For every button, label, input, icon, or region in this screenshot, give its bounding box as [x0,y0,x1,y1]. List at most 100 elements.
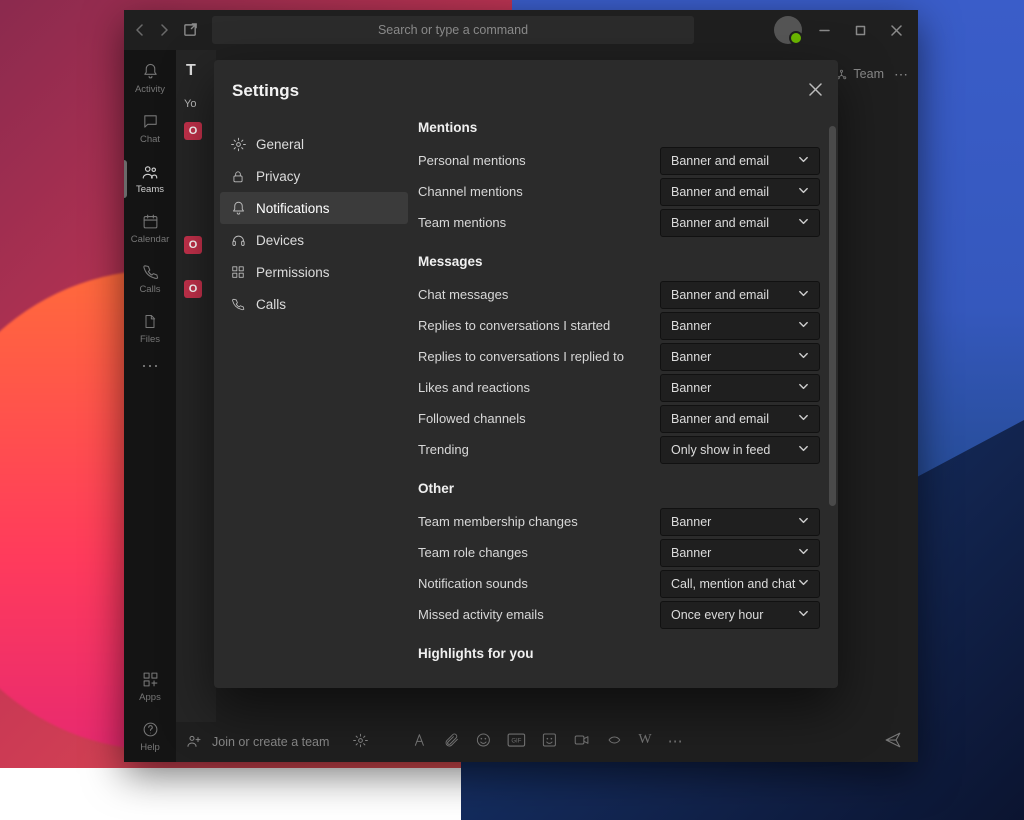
attachment-icon[interactable] [443,732,459,752]
dropdown-value: Banner and email [671,154,769,168]
dropdown-value: Only show in feed [671,443,770,457]
row-replies-replied: Replies to conversations I replied to Ba… [418,341,820,372]
rail-apps[interactable]: Apps [124,662,176,712]
settings-modal: Settings General Privacy Notifications D… [214,60,838,688]
row-label: Team membership changes [418,514,660,529]
gear-icon [230,136,246,152]
nav-privacy[interactable]: Privacy [220,160,408,192]
org-chip[interactable]: Team [831,64,888,84]
nav-label: General [256,137,304,152]
rail-label: Calls [139,284,160,295]
nav-label: Notifications [256,201,330,216]
dropdown-channel-mentions[interactable]: Banner and email [660,178,820,206]
dropdown-replies-replied[interactable]: Banner [660,343,820,371]
dropdown-replies-started[interactable]: Banner [660,312,820,340]
row-channel-mentions: Channel mentions Banner and email [418,176,820,207]
org-chip-label: Team [853,67,884,81]
new-chat-button[interactable] [176,16,204,44]
rail-more[interactable]: ⋯ [141,356,159,377]
settings-title: Settings [232,81,299,101]
rail-calls[interactable]: Calls [124,254,176,304]
channel-more[interactable]: ⋯ [894,66,910,83]
nav-devices[interactable]: Devices [220,224,408,256]
dropdown-chat-messages[interactable]: Banner and email [660,281,820,309]
chevron-down-icon [798,381,809,395]
scrollbar[interactable] [829,126,836,506]
bell-icon [142,63,159,81]
nav-label: Devices [256,233,304,248]
meet-now-icon[interactable] [573,732,590,752]
stream-icon[interactable] [606,732,622,752]
rail-calendar[interactable]: Calendar [124,204,176,254]
nav-general[interactable]: General [220,128,408,160]
dropdown-value: Banner and email [671,288,769,302]
compose-more[interactable]: ⋯ [668,732,683,752]
gif-icon[interactable]: GIF [507,732,525,752]
dropdown-membership-changes[interactable]: Banner [660,508,820,536]
rail-teams[interactable]: Teams [124,154,176,204]
team-tile[interactable]: O [184,280,202,298]
compose-toolbar: GIF W ⋯ [411,732,682,752]
dropdown-personal-mentions[interactable]: Banner and email [660,147,820,175]
rail-files[interactable]: Files [124,304,176,354]
sticker-icon[interactable] [541,732,557,752]
window-minimize[interactable] [806,12,842,48]
manage-teams-icon[interactable] [353,733,368,751]
team-list-section: Yo [176,80,216,116]
forward-button[interactable] [152,16,176,44]
settings-close[interactable] [809,83,822,99]
nav-calls[interactable]: Calls [220,288,408,320]
team-tile[interactable]: O [184,122,202,140]
row-role-changes: Team role changes Banner [418,537,820,568]
send-button[interactable] [884,731,902,754]
dropdown-likes[interactable]: Banner [660,374,820,402]
nav-notifications[interactable]: Notifications [220,192,408,224]
nav-label: Calls [256,297,286,312]
window-maximize[interactable] [842,12,878,48]
rail-help[interactable]: Help [124,712,176,762]
rail-chat[interactable]: Chat [124,104,176,154]
rail-label: Files [140,334,160,345]
chat-icon [142,113,159,131]
files-icon [142,313,158,331]
phone-icon [142,263,159,281]
search-input[interactable]: Search or type a command [212,16,694,44]
join-team-label[interactable]: Join or create a team [212,735,329,749]
team-list-panel: T Yo O O O [176,50,216,762]
settings-nav: General Privacy Notifications Devices Pe… [214,120,414,688]
format-icon[interactable] [411,732,427,752]
row-membership-changes: Team membership changes Banner [418,506,820,537]
join-team-icon[interactable] [186,733,202,752]
dropdown-team-mentions[interactable]: Banner and email [660,209,820,237]
team-list-title: T [176,50,216,80]
row-label: Missed activity emails [418,607,660,622]
row-label: Notification sounds [418,576,660,591]
help-icon [142,721,159,739]
dropdown-missed-emails[interactable]: Once every hour [660,601,820,629]
dropdown-role-changes[interactable]: Banner [660,539,820,567]
rail-label: Calendar [131,234,170,245]
row-replies-started: Replies to conversations I started Banne… [418,310,820,341]
dropdown-notification-sounds[interactable]: Call, mention and chat [660,570,820,598]
row-label: Personal mentions [418,153,660,168]
section-other-title: Other [418,481,820,496]
row-personal-mentions: Personal mentions Banner and email [418,145,820,176]
dropdown-value: Banner [671,381,711,395]
grid-icon [230,264,246,280]
dropdown-followed-channels[interactable]: Banner and email [660,405,820,433]
dropdown-trending[interactable]: Only show in feed [660,436,820,464]
headset-icon [230,232,246,248]
avatar[interactable] [774,16,802,44]
chevron-down-icon [798,350,809,364]
emoji-icon[interactable] [475,732,491,752]
team-tile[interactable]: O [184,236,202,254]
back-button[interactable] [128,16,152,44]
nav-permissions[interactable]: Permissions [220,256,408,288]
chevron-down-icon [798,515,809,529]
chevron-down-icon [798,608,809,622]
rail-activity[interactable]: Activity [124,54,176,104]
dropdown-value: Banner [671,546,711,560]
teams-icon [141,163,159,181]
window-close[interactable] [878,12,914,48]
wiki-icon[interactable]: W [638,732,651,752]
